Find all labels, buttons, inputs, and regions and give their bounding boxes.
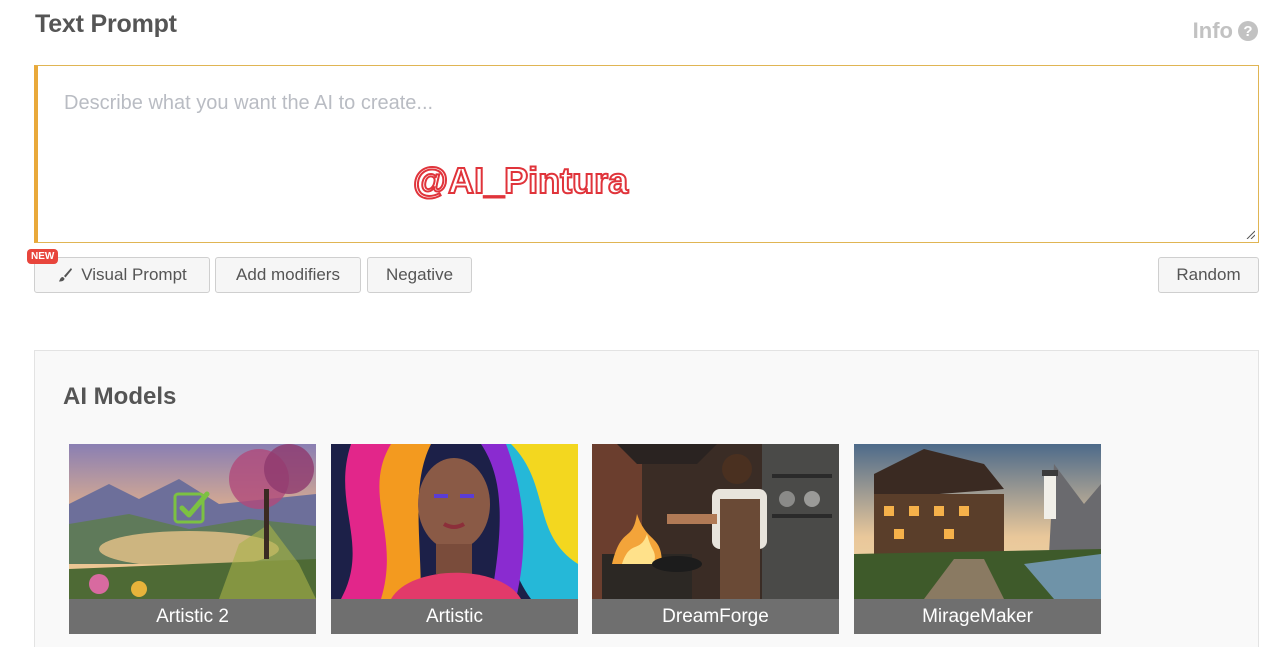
models-title: AI Models: [63, 383, 177, 410]
ai-models-panel: AI Models Artistic 2 Artistic DreamForge…: [34, 350, 1259, 647]
model-label: MirageMaker: [854, 599, 1101, 634]
model-card-artistic[interactable]: Artistic: [331, 444, 578, 634]
page-title: Text Prompt: [35, 10, 177, 38]
info-link[interactable]: Info ?: [1193, 18, 1258, 44]
visual-prompt-button[interactable]: Visual Prompt: [34, 257, 210, 293]
random-button[interactable]: Random: [1158, 257, 1259, 293]
resize-handle-icon[interactable]: [1245, 229, 1255, 239]
model-card-artistic-2[interactable]: Artistic 2: [69, 444, 316, 634]
workshop-thumbnail: [592, 444, 839, 599]
model-card-miragemaker[interactable]: MirageMaker: [854, 444, 1101, 634]
portrait-thumbnail: [331, 444, 578, 599]
prompt-box: [34, 65, 1259, 243]
model-card-dreamforge[interactable]: DreamForge: [592, 444, 839, 634]
prompt-input[interactable]: [38, 66, 1258, 242]
model-label: Artistic: [331, 599, 578, 634]
add-modifiers-button[interactable]: Add modifiers: [215, 257, 361, 293]
checkmark-icon: [173, 491, 210, 524]
info-label: Info: [1192, 18, 1233, 43]
negative-button[interactable]: Negative: [367, 257, 472, 293]
visual-prompt-label: Visual Prompt: [81, 265, 187, 284]
new-badge: NEW: [27, 249, 59, 264]
model-label: DreamForge: [592, 599, 839, 634]
paintbrush-icon: [59, 268, 73, 282]
model-label: Artistic 2: [69, 599, 316, 634]
village-thumbnail: [854, 444, 1101, 599]
watermark: @AI_Pintura: [412, 159, 629, 202]
question-circle-icon: ?: [1238, 21, 1258, 41]
